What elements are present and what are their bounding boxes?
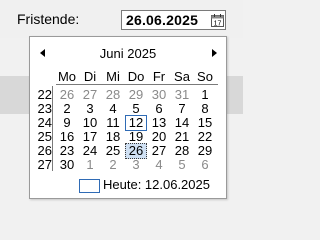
week-number-divider [52,86,53,171]
date-picker-calendar: Juni 2025 Mo Di Mi Do Fr Sa So 22 26 27 28 29 30 31 1… [29,36,227,199]
deadline-date-input[interactable]: 26.06.2025 17 [121,10,226,30]
weekday-divider [56,84,218,85]
weekday-label: Fr [152,69,166,84]
deadline-label: Fristende: [17,11,80,27]
weekday-label: Sa [174,69,190,84]
calendar-month-title[interactable]: Juni 2025 [30,46,226,61]
calendar-day[interactable]: 2 [102,157,124,173]
weekday-label: Do [127,69,145,84]
weekday-label: Di [83,69,97,84]
calendar-day[interactable]: 5 [171,157,193,173]
today-link[interactable]: Heute: 12.06.2025 [103,177,210,192]
deadline-date-value[interactable]: 26.06.2025 [126,12,198,28]
today-marker-icon [79,179,100,193]
calendar-day[interactable]: 4 [148,157,170,173]
calendar-day[interactable]: 3 [125,157,147,173]
chevron-right-icon[interactable] [212,49,217,57]
calendar-day[interactable]: 1 [79,157,101,173]
weekday-label: Mo [57,69,77,84]
weekday-label: So [197,69,213,84]
calendar-day[interactable]: 6 [194,157,216,173]
svg-text:17: 17 [214,21,222,28]
calendar-day[interactable]: 30 [56,157,78,173]
weekday-label: Mi [106,69,120,84]
calendar-icon[interactable]: 17 [211,14,224,28]
week-number: 27 [37,157,52,172]
